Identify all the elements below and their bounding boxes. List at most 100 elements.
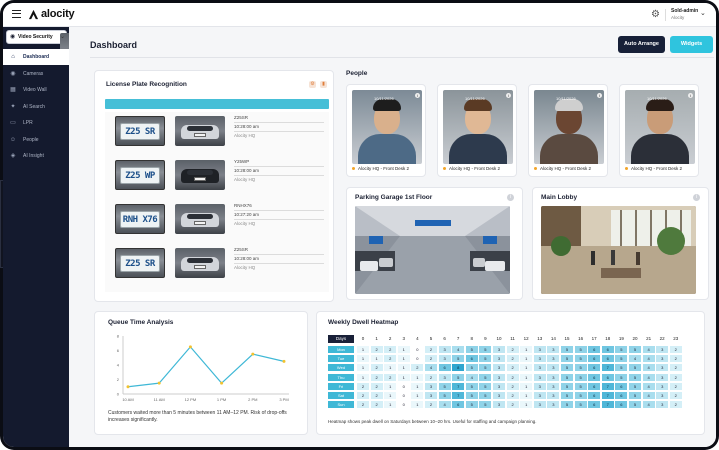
info-icon[interactable]: i <box>688 93 693 98</box>
heatmap-cell[interactable]: 5 <box>574 364 587 372</box>
heatmap-cell[interactable]: 1 <box>397 373 410 381</box>
lpr-row[interactable]: Z25 SR Z25SR 10:28:00 am Alocity HQ <box>105 112 329 154</box>
heatmap-cell[interactable]: 3 <box>656 364 669 372</box>
heatmap-cell[interactable]: 5 <box>479 392 492 399</box>
heatmap-cell[interactable]: 6 <box>588 401 601 409</box>
heatmap-cell[interactable]: 2 <box>357 392 369 399</box>
auto-arrange-button[interactable]: Auto Arrange <box>618 36 665 53</box>
heatmap-cell[interactable]: 6 <box>588 382 601 390</box>
vehicle-image[interactable] <box>175 116 225 146</box>
sidebar-item-lpr[interactable]: ▭ LPR <box>3 115 69 131</box>
heatmap-cell[interactable]: 2 <box>506 346 519 353</box>
heatmap-cell[interactable]: 5 <box>561 355 573 363</box>
heatmap-cell[interactable]: 5 <box>479 364 492 372</box>
workspace-select[interactable]: ◉ Video Security ⌄ <box>6 30 110 63</box>
heatmap-cell[interactable]: 2 <box>506 373 519 381</box>
info-icon[interactable]: i <box>415 93 420 98</box>
heatmap-cell[interactable]: 5 <box>561 364 573 372</box>
info-icon[interactable]: i <box>507 194 514 201</box>
heatmap-cell[interactable]: 5 <box>574 346 587 353</box>
heatmap-cell[interactable]: 6 <box>615 392 628 399</box>
heatmap-cell[interactable]: 3 <box>656 373 669 381</box>
heatmap-cell[interactable]: 0 <box>397 401 410 409</box>
heatmap-cell[interactable]: 4 <box>642 346 655 353</box>
heatmap-cell[interactable]: 4 <box>465 373 478 381</box>
person-image[interactable]: 10/11/2026 i <box>443 90 513 164</box>
heatmap-cell[interactable]: 2 <box>384 355 397 363</box>
heatmap-cell[interactable]: 3 <box>425 382 437 390</box>
heatmap-cell[interactable]: 3 <box>547 392 560 399</box>
heatmap-cell[interactable]: 1 <box>357 364 369 372</box>
heatmap-cell[interactable]: 5 <box>479 346 492 353</box>
heatmap-cell[interactable]: 4 <box>642 392 655 399</box>
camera-card[interactable]: Main Lobby i <box>532 187 709 300</box>
sidebar-item-cameras[interactable]: ◉ Cameras <box>3 66 69 82</box>
heatmap-cell[interactable]: 3 <box>493 346 505 353</box>
heatmap-cell[interactable]: 5 <box>452 355 465 363</box>
heatmap-cell[interactable]: 5 <box>574 401 587 409</box>
heatmap-cell[interactable]: 5 <box>615 355 628 363</box>
info-icon[interactable]: i <box>597 93 602 98</box>
heatmap-cell[interactable]: 1 <box>411 373 424 381</box>
heatmap-cell[interactable]: 1 <box>520 382 533 390</box>
heatmap-cell[interactable]: 6 <box>615 382 628 390</box>
person-image[interactable]: 10/11/2026 i <box>352 90 422 164</box>
heatmap-cell[interactable]: 3 <box>656 392 669 399</box>
widgets-button[interactable]: Widgets <box>670 36 713 53</box>
heatmap-cell[interactable]: 5 <box>574 355 587 363</box>
heatmap-cell[interactable]: 4 <box>642 355 655 363</box>
heatmap-cell[interactable]: 1 <box>397 355 410 363</box>
person-card[interactable]: 10/11/2026 i Alocity HQ - Front Desk 2 <box>619 84 699 177</box>
heatmap-cell[interactable]: 5 <box>465 364 478 372</box>
plate-image[interactable]: RNH X76 <box>115 204 165 234</box>
heatmap-cell[interactable]: 5 <box>629 373 641 381</box>
heatmap-cell[interactable]: 0 <box>411 346 424 353</box>
heatmap-cell[interactable]: 7 <box>452 392 465 399</box>
user-name[interactable]: Sold-admin <box>671 8 698 14</box>
heatmap-cell[interactable]: 1 <box>411 392 424 399</box>
heatmap-cell[interactable]: 2 <box>357 401 369 409</box>
heatmap-cell[interactable]: 4 <box>642 401 655 409</box>
heatmap-cell[interactable]: 1 <box>384 382 397 390</box>
heatmap-cell[interactable]: 6 <box>588 364 601 372</box>
heatmap-cell[interactable]: 2 <box>669 382 682 390</box>
heatmap-cell[interactable]: 5 <box>479 401 492 409</box>
heatmap-cell[interactable]: 6 <box>438 364 451 372</box>
heatmap-cell[interactable]: 7 <box>601 382 614 390</box>
heatmap-cell[interactable]: 5 <box>479 355 492 363</box>
lpr-row[interactable]: RNH X76 RNHX76 10:27:20 am Alocity HQ <box>105 200 329 242</box>
heatmap-cell[interactable]: 5 <box>465 401 478 409</box>
heatmap-cell[interactable]: 5 <box>615 364 628 372</box>
heatmap-cell[interactable]: 5 <box>574 382 587 390</box>
heatmap-cell[interactable]: 1 <box>384 401 397 409</box>
heatmap-cell[interactable]: 2 <box>370 373 383 381</box>
parking-garage-feed[interactable] <box>355 206 510 294</box>
heatmap-cell[interactable]: 2 <box>669 355 682 363</box>
vehicle-image[interactable] <box>175 160 225 190</box>
lpr-row[interactable]: Z25 WP Y25WP 10:28:00 am Alocity HQ <box>105 156 329 198</box>
heatmap-cell[interactable]: 1 <box>520 392 533 399</box>
heatmap-cell[interactable]: 1 <box>397 346 410 353</box>
heatmap-cell[interactable]: 3 <box>493 401 505 409</box>
heatmap-cell[interactable]: 2 <box>506 382 519 390</box>
heatmap-cell[interactable]: 3 <box>533 346 546 353</box>
heatmap-cell[interactable]: 6 <box>601 346 614 353</box>
heatmap-cell[interactable]: 1 <box>411 382 424 390</box>
heatmap-cell[interactable]: 6 <box>452 401 465 409</box>
heatmap-cell[interactable]: 5 <box>629 382 641 390</box>
heatmap-cell[interactable]: 5 <box>561 401 573 409</box>
heatmap-cell[interactable]: 5 <box>561 382 573 390</box>
heatmap-cell[interactable]: 0 <box>411 355 424 363</box>
heatmap-cell[interactable]: 3 <box>547 355 560 363</box>
heatmap-cell[interactable]: 2 <box>669 373 682 381</box>
heatmap-cell[interactable]: 3 <box>533 364 546 372</box>
heatmap-cell[interactable]: 3 <box>656 382 669 390</box>
chevron-down-icon[interactable]: ⌄ <box>700 9 706 17</box>
heatmap-cell[interactable]: 6 <box>465 355 478 363</box>
heatmap-cell[interactable]: 1 <box>357 373 369 381</box>
info-icon[interactable]: i <box>693 194 700 201</box>
heatmap-cell[interactable]: 0 <box>397 382 410 390</box>
heatmap-cell[interactable]: 8 <box>452 364 465 372</box>
heatmap-cell[interactable]: 4 <box>438 401 451 409</box>
heatmap-cell[interactable]: 7 <box>452 382 465 390</box>
